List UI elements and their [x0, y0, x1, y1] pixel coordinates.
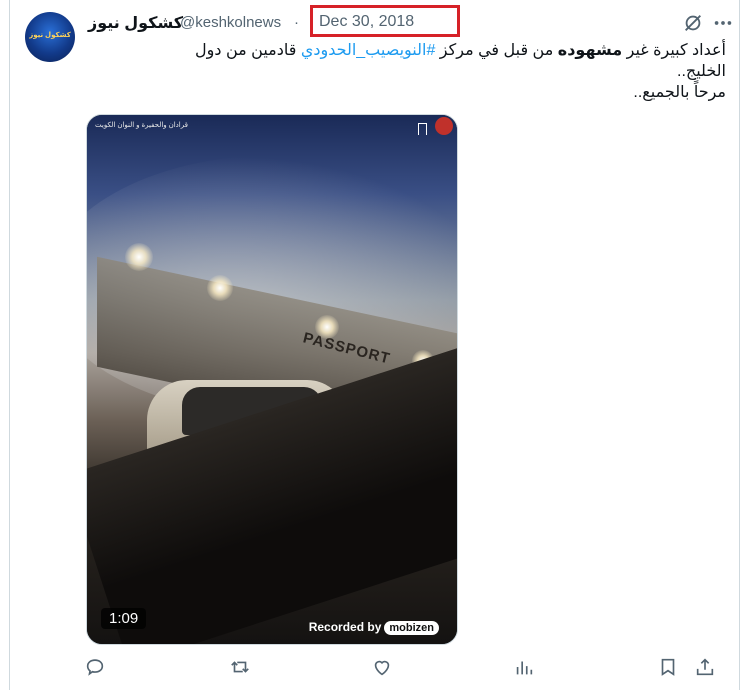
lamp-light — [207, 275, 233, 301]
tweet-text-line2: الخليج.. — [677, 63, 726, 80]
display-name[interactable]: كشكول نيوز — [88, 13, 183, 33]
tweet-text-part: أعداد كبيرة غير — [622, 42, 726, 59]
views-icon[interactable] — [513, 656, 537, 680]
share-icon[interactable] — [694, 656, 718, 680]
date-highlight-box: Dec 30, 2018 — [310, 5, 460, 37]
action-bar — [84, 656, 726, 684]
tweet-text-bold: مشهوده — [557, 42, 623, 59]
tweet-header: كشكول نيوز @keshkolnews · Dec 30, 2018 — [84, 5, 734, 37]
recorded-label: Recorded by — [308, 620, 382, 634]
heart-icon[interactable] — [371, 656, 395, 680]
grok-icon[interactable] — [682, 12, 704, 34]
tweet-text: أعداد كبيرة غير مشهوده من قبل في مركز #ا… — [106, 40, 726, 103]
video-bookmark-icon — [418, 123, 427, 135]
recorded-by-watermark: Recorded by mobizen — [309, 620, 439, 635]
tweet-text-part: من قبل في مركز — [435, 42, 558, 59]
lamp-light — [315, 315, 339, 339]
lamp-light — [125, 243, 153, 271]
retweet-icon[interactable] — [229, 656, 253, 680]
reply-icon[interactable] — [84, 656, 108, 680]
video-player[interactable]: PASSPORT قرادان والحفيرة و النوان الكويت… — [86, 114, 458, 645]
tweet-text-line3: مرحاً بالجميع.. — [633, 84, 726, 101]
avatar[interactable]: كشكول نيوز — [25, 12, 75, 62]
avatar-text: كشكول نيوز — [29, 32, 71, 39]
video-overlay-caption: قرادان والحفيرة و النوان الكويت — [95, 122, 188, 129]
video-duration: 1:09 — [101, 608, 147, 629]
user-handle[interactable]: @keshkolnews — [180, 14, 281, 31]
more-icon[interactable] — [712, 12, 734, 34]
separator-dot: · — [294, 14, 299, 31]
video-corner-badge — [435, 117, 453, 135]
hashtag-link[interactable]: #النويصيب_الحدودي — [301, 42, 436, 59]
tweet-text-part: قادمين من دول — [195, 42, 301, 59]
tweet-date[interactable]: Dec 30, 2018 — [319, 13, 414, 31]
bookmark-icon[interactable] — [657, 656, 681, 680]
mobizen-logo: mobizen — [384, 621, 439, 635]
